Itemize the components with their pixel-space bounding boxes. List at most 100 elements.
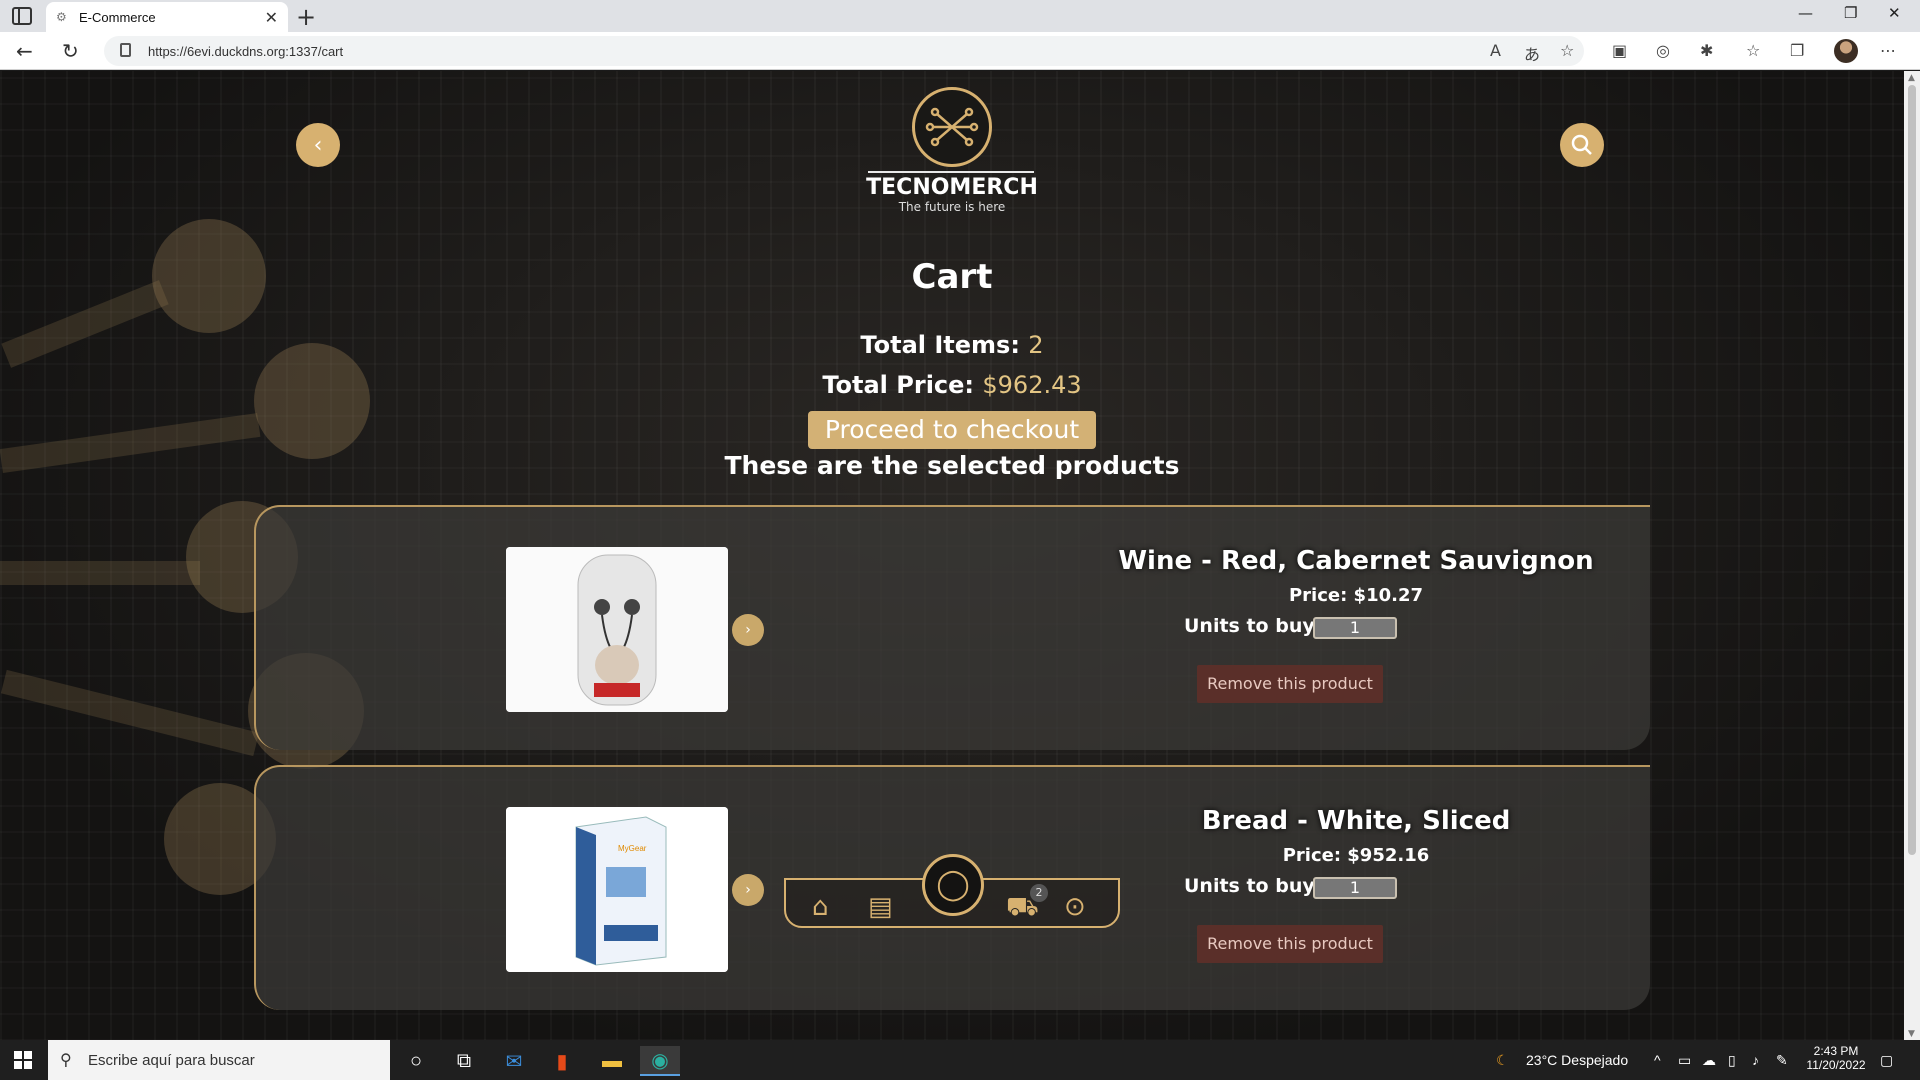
product-price: Price: $10.27 — [1288, 585, 1424, 606]
back-button[interactable]: ‹ — [296, 123, 340, 167]
windows-start-icon[interactable] — [14, 1051, 32, 1069]
product-name: Bread - White, Sliced — [1201, 806, 1511, 836]
user-icon[interactable]: ◯ — [922, 854, 984, 916]
quantity-input[interactable]: 1 — [1313, 877, 1397, 899]
address-toolbar: ← ↻ https://6evi.duckdns.org:1337/cart A… — [0, 32, 1920, 70]
read-aloud-icon[interactable]: A — [1490, 41, 1501, 60]
clock-date: 11/20/2022 — [1806, 1058, 1866, 1072]
search-icon — [1571, 134, 1592, 155]
new-tab-button[interactable]: + — [296, 3, 316, 31]
product-name: Wine - Red, Cabernet Sauvignon — [1118, 546, 1594, 576]
more-menu-icon[interactable]: ⋯ — [1880, 41, 1896, 60]
product-image[interactable] — [506, 547, 728, 712]
circuit-logo-icon — [925, 107, 979, 147]
page-scrollbar[interactable]: ▲ ▼ — [1904, 71, 1920, 1041]
earphones-package-image — [506, 547, 728, 712]
minimize-button[interactable]: — — [1798, 4, 1813, 22]
search-icon: ⚲ — [60, 1052, 72, 1069]
file-explorer-icon[interactable]: ▬ — [592, 1046, 632, 1076]
product-price: Price: $952.16 — [1282, 845, 1430, 866]
chevron-left-icon: ‹ — [313, 132, 323, 158]
office-icon[interactable]: ▮ — [542, 1046, 582, 1076]
extension-icon-2[interactable]: ◎ — [1656, 41, 1670, 60]
decorative-circuit-trace — [0, 669, 260, 757]
task-view-icon[interactable]: ⧉ — [444, 1046, 484, 1076]
url-text: https://6evi.duckdns.org:1337/cart — [148, 43, 344, 59]
mail-icon[interactable]: ✉ — [494, 1046, 534, 1076]
decorative-circuit-node — [254, 343, 370, 459]
total-price: Total Price: $962.43 — [0, 371, 1904, 399]
next-image-button[interactable]: › — [732, 614, 764, 646]
clock-time: 2:43 PM — [1813, 1044, 1859, 1058]
extension-icon[interactable]: ▣ — [1612, 41, 1627, 60]
units-label: Units to buy: — [1184, 875, 1323, 897]
scroll-thumb[interactable] — [1908, 85, 1916, 855]
weather-moon-icon: ☾ — [1496, 1052, 1509, 1068]
chevron-right-icon: › — [745, 622, 751, 638]
proceed-to-checkout-button[interactable]: Proceed to checkout — [808, 411, 1096, 449]
decorative-circuit-trace — [0, 561, 200, 585]
total-price-value: $962.43 — [982, 371, 1082, 399]
page-viewport: ‹ TECNOMERCH The future is here Cart Tot… — [0, 71, 1904, 1041]
translate-icon[interactable]: あ — [1524, 41, 1540, 65]
scroll-down-icon[interactable]: ▼ — [1908, 1029, 1915, 1039]
favorites-icon[interactable]: ☆ — [1746, 41, 1760, 60]
volume-icon[interactable]: ♪ — [1752, 1052, 1759, 1068]
remove-product-button[interactable]: Remove this product — [1197, 665, 1383, 703]
battery-icon[interactable]: ▯ — [1728, 1052, 1736, 1069]
taskbar-search-placeholder: Escribe aquí para buscar — [88, 1051, 255, 1069]
chat-icon[interactable]: ⊙ — [1064, 892, 1086, 922]
cortana-icon[interactable]: ○ — [396, 1046, 436, 1076]
network-icon[interactable]: ▭ — [1678, 1052, 1691, 1069]
product-image[interactable]: MyGear — [506, 807, 728, 972]
total-items-label: Total Items: — [860, 331, 1020, 359]
restore-button[interactable]: ❐ — [1844, 4, 1857, 22]
chevron-right-icon: › — [745, 882, 751, 898]
cart-item-card: › Wine - Red, Cabernet Sauvignon Price: … — [254, 505, 1650, 750]
total-price-label: Total Price: — [822, 371, 975, 399]
brand-name: TECNOMERCH — [866, 175, 1038, 200]
brand-logo[interactable] — [912, 87, 992, 167]
floating-nav-bar: ⌂ ▤ ◯ ⛟ 2 ⊙ — [784, 854, 1120, 928]
brand-divider — [868, 171, 1034, 173]
search-button[interactable] — [1560, 123, 1604, 167]
profile-avatar[interactable] — [1834, 39, 1858, 63]
scroll-up-icon[interactable]: ▲ — [1908, 73, 1915, 83]
refresh-icon[interactable]: ↻ — [62, 39, 79, 63]
onedrive-icon[interactable]: ☁ — [1702, 1052, 1716, 1069]
total-items-value: 2 — [1028, 331, 1044, 359]
units-label: Units to buy: — [1184, 615, 1323, 637]
tray-chevron-icon[interactable]: ^ — [1654, 1052, 1661, 1068]
clock[interactable]: 2:43 PM 11/20/2022 — [1806, 1044, 1866, 1072]
weather-text[interactable]: 23°C Despejado — [1526, 1052, 1628, 1068]
remove-product-button[interactable]: Remove this product — [1197, 925, 1383, 963]
cart-count-badge: 2 — [1030, 884, 1048, 902]
collections-icon[interactable]: ❐ — [1790, 41, 1804, 60]
taskbar-search-input[interactable]: ⚲ Escribe aquí para buscar — [48, 1040, 390, 1080]
page-title: Cart — [911, 257, 993, 297]
extensions-puzzle-icon[interactable]: ✱ — [1700, 41, 1713, 60]
tab-actions-icon[interactable] — [12, 7, 32, 25]
pen-icon[interactable]: ✎ — [1776, 1052, 1788, 1069]
favorite-star-icon[interactable]: ☆ — [1560, 41, 1574, 60]
quantity-input[interactable]: 1 — [1313, 617, 1397, 639]
svg-text:MyGear: MyGear — [618, 844, 647, 853]
total-items: Total Items: 2 — [0, 331, 1904, 359]
home-icon[interactable]: ⌂ — [812, 892, 829, 922]
url-bar[interactable]: https://6evi.duckdns.org:1337/cart — [104, 36, 1584, 66]
close-window-button[interactable]: ✕ — [1888, 4, 1901, 22]
selected-products-heading: These are the selected products — [724, 451, 1180, 480]
next-image-button[interactable]: › — [732, 874, 764, 906]
tab-close-icon[interactable]: ✕ — [265, 8, 278, 28]
browser-tab[interactable]: ⚙ E-Commerce ✕ — [46, 2, 288, 32]
lock-icon — [120, 43, 131, 57]
back-arrow-icon[interactable]: ← — [16, 39, 33, 63]
usb-video-capture-box-image: MyGear — [506, 807, 728, 972]
edge-browser-icon[interactable]: ◉ — [640, 1046, 680, 1076]
brand-tagline: The future is here — [898, 200, 1006, 214]
catalog-icon[interactable]: ▤ — [868, 892, 893, 922]
notifications-icon[interactable]: ▢ — [1880, 1052, 1893, 1069]
tab-title: E-Commerce — [79, 9, 156, 25]
tab-favicon-icon: ⚙ — [56, 10, 67, 24]
browser-tab-bar: ⚙ E-Commerce ✕ + — ❐ ✕ — [0, 0, 1920, 32]
